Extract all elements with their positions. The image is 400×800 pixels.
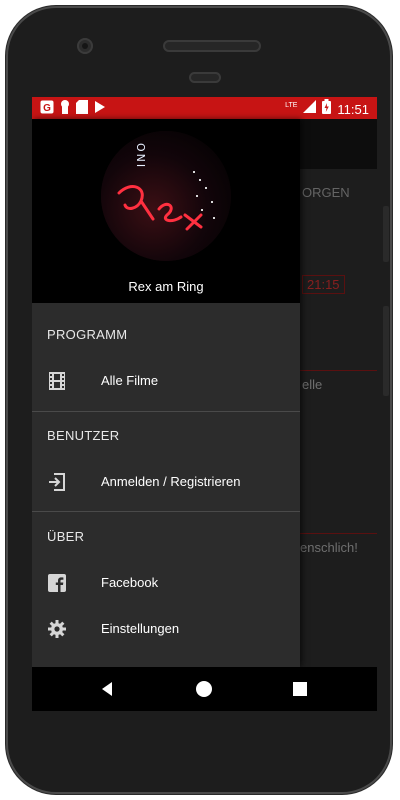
- volume-button: [383, 306, 389, 396]
- phone-frame: G LTE 11:51 ORGEN 21:15 elle enschlich! …: [6, 6, 392, 794]
- login-icon: [47, 472, 67, 492]
- power-button: [383, 206, 389, 262]
- keyhole-icon: [60, 100, 70, 119]
- menu-item-alle-filme[interactable]: Alle Filme: [32, 359, 300, 403]
- front-camera: [77, 38, 93, 54]
- svg-text:G: G: [43, 103, 51, 114]
- film-strip-icon: [47, 371, 67, 391]
- logo-vertical-text: INO: [135, 141, 148, 168]
- network-type: LTE: [285, 101, 298, 109]
- divider: [32, 511, 300, 512]
- menu-item-label: Einstellungen: [101, 621, 180, 636]
- facebook-icon: [47, 573, 67, 593]
- battery-charging-icon: [322, 99, 332, 119]
- menu-item-facebook[interactable]: Facebook: [32, 561, 300, 605]
- sd-card-icon: [76, 100, 88, 119]
- header-title: Rex am Ring: [128, 279, 204, 294]
- status-bar: G LTE 11:51: [32, 97, 377, 119]
- menu-item-label: Anmelden / Registrieren: [101, 474, 241, 489]
- back-icon[interactable]: [98, 679, 118, 699]
- section-title-benutzer: BENUTZER: [47, 428, 120, 443]
- menu-item-anmelden[interactable]: Anmelden / Registrieren: [32, 460, 300, 504]
- divider: [32, 411, 300, 412]
- earpiece-speaker: [163, 40, 261, 52]
- recents-icon[interactable]: [290, 679, 310, 699]
- home-icon[interactable]: [194, 679, 214, 699]
- menu-item-label: Facebook: [101, 575, 159, 590]
- play-store-icon: [94, 100, 106, 119]
- signal-icon: [303, 100, 317, 118]
- screen: G LTE 11:51 ORGEN 21:15 elle enschlich! …: [32, 97, 377, 711]
- section-title-ueber: ÜBER: [47, 529, 85, 544]
- proximity-sensor: [189, 72, 221, 83]
- navigation-drawer: INO Rex am Ring PROGRAMM Alle Filme BENU…: [32, 119, 300, 667]
- menu-item-label: Alle Filme: [101, 373, 159, 388]
- status-time: 11:51: [337, 101, 369, 117]
- menu-item-einstellungen[interactable]: Einstellungen: [32, 607, 300, 651]
- section-title-programm: PROGRAMM: [47, 327, 128, 342]
- drawer-scrim[interactable]: [300, 119, 377, 667]
- g-icon: G: [40, 100, 54, 119]
- cinema-logo: INO: [101, 131, 231, 261]
- gear-icon: [47, 619, 67, 639]
- drawer-header: INO Rex am Ring: [32, 119, 300, 303]
- navigation-bar: [32, 667, 377, 711]
